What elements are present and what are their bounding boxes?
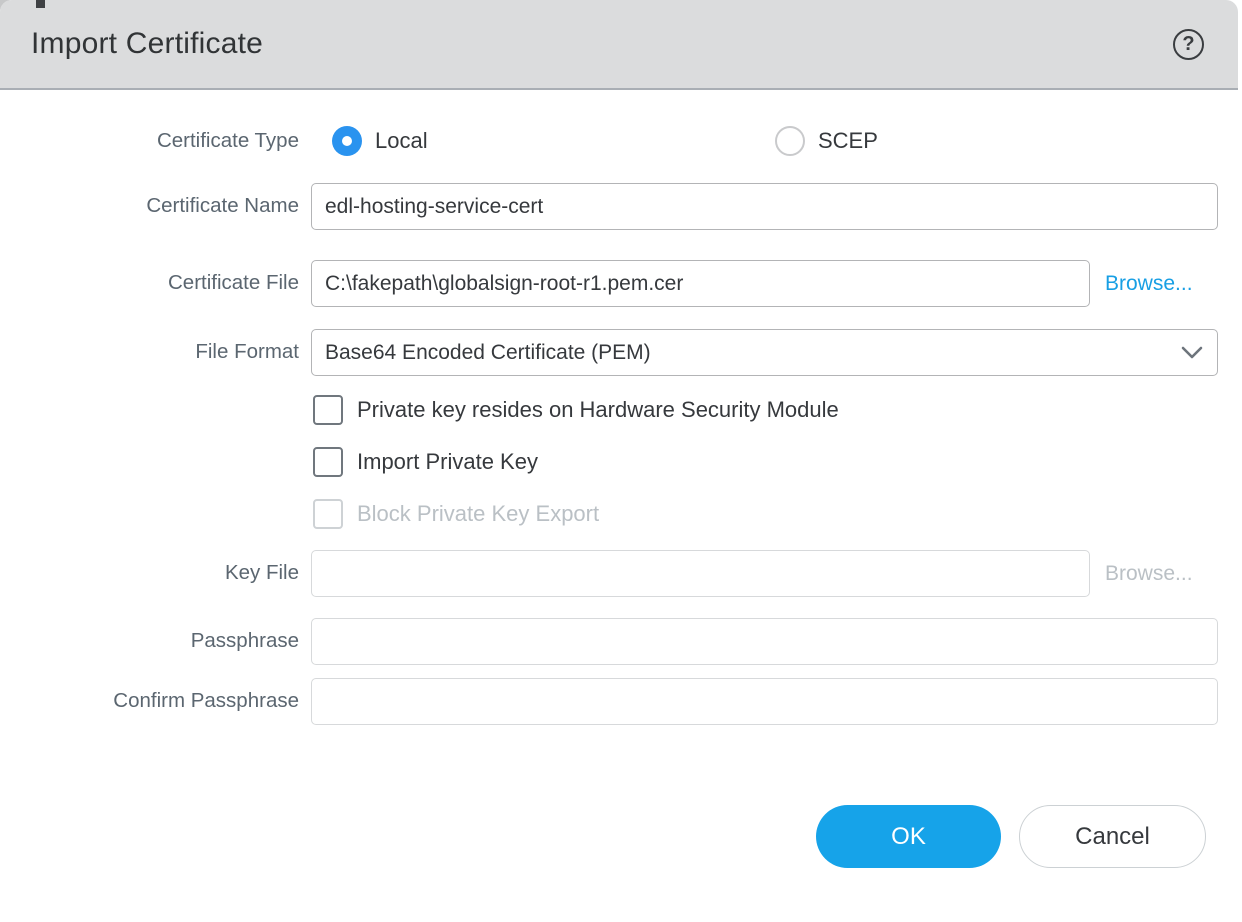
radio-local-label: Local <box>375 128 428 153</box>
key-file-label: Key File <box>224 561 299 585</box>
radio-scep-label: SCEP <box>818 128 878 153</box>
certificate-type-field: Local SCEP <box>311 126 1218 156</box>
chevron-down-icon <box>1181 346 1203 359</box>
confirm-passphrase-row: Confirm Passphrase <box>0 678 1238 725</box>
help-icon[interactable]: ? <box>1173 29 1204 60</box>
passphrase-row: Passphrase <box>0 618 1238 665</box>
certificate-name-field <box>311 183 1218 230</box>
certificate-file-label: Certificate File <box>167 271 299 295</box>
passphrase-field <box>311 618 1218 665</box>
checkbox-unchecked-icon[interactable] <box>313 446 343 477</box>
ok-button[interactable]: OK <box>816 805 1001 868</box>
key-file-row: Key File Browse... <box>0 550 1238 597</box>
confirm-passphrase-label: Confirm Passphrase <box>113 689 299 713</box>
checkbox-import-private-key-label: Import Private Key <box>357 448 538 474</box>
checkbox-unchecked-icon[interactable] <box>313 394 343 425</box>
passphrase-label: Passphrase <box>190 629 299 653</box>
checkbox-hsm[interactable]: Private key resides on Hardware Security… <box>313 394 1238 425</box>
dialog-title: Import Certificate <box>31 27 263 60</box>
certificate-type-label: Certificate Type <box>156 128 299 152</box>
dialog-footer: OK Cancel <box>0 805 1238 868</box>
passphrase-input <box>311 618 1218 665</box>
key-file-browse-link: Browse... <box>1105 561 1193 585</box>
file-format-selected-value: Base64 Encoded Certificate (PEM) <box>325 340 651 364</box>
checkbox-group: Private key resides on Hardware Security… <box>313 394 1238 529</box>
certificate-file-input[interactable] <box>311 260 1090 307</box>
certificate-file-browse-link[interactable]: Browse... <box>1105 272 1193 296</box>
certificate-name-row: Certificate Name <box>0 183 1238 230</box>
key-file-input <box>311 550 1090 597</box>
certificate-file-row: Certificate File Browse... <box>0 260 1238 307</box>
file-format-row: File Format Base64 Encoded Certificate (… <box>0 329 1238 376</box>
key-file-field: Browse... <box>311 550 1218 597</box>
cursor-artifact <box>36 0 45 8</box>
dialog-body: Certificate Type Local SCEP Certificate … <box>0 90 1238 868</box>
checkbox-block-private-key-export-label: Block Private Key Export <box>357 500 600 526</box>
file-format-field: Base64 Encoded Certificate (PEM) <box>311 329 1218 376</box>
confirm-passphrase-field <box>311 678 1218 725</box>
cancel-button[interactable]: Cancel <box>1019 805 1206 868</box>
certificate-type-row: Certificate Type Local SCEP <box>0 126 1238 156</box>
certificate-name-label: Certificate Name <box>146 194 299 218</box>
file-format-label: File Format <box>195 340 299 364</box>
radio-local[interactable]: Local <box>332 126 428 156</box>
checkbox-import-private-key[interactable]: Import Private Key <box>313 446 1238 477</box>
import-certificate-dialog: Import Certificate ? Certificate Type Lo… <box>0 0 1238 922</box>
radio-selected-icon[interactable] <box>332 126 362 156</box>
confirm-passphrase-input <box>311 678 1218 725</box>
certificate-file-field: Browse... <box>311 260 1218 307</box>
checkbox-hsm-label: Private key resides on Hardware Security… <box>357 396 839 422</box>
dialog-header: Import Certificate ? <box>0 0 1238 90</box>
certificate-name-input[interactable] <box>311 183 1218 230</box>
checkbox-disabled-icon <box>313 498 343 529</box>
radio-scep[interactable]: SCEP <box>775 126 878 156</box>
file-format-select[interactable]: Base64 Encoded Certificate (PEM) <box>311 329 1218 376</box>
checkbox-block-private-key-export: Block Private Key Export <box>313 498 1238 529</box>
radio-unselected-icon[interactable] <box>775 126 805 156</box>
